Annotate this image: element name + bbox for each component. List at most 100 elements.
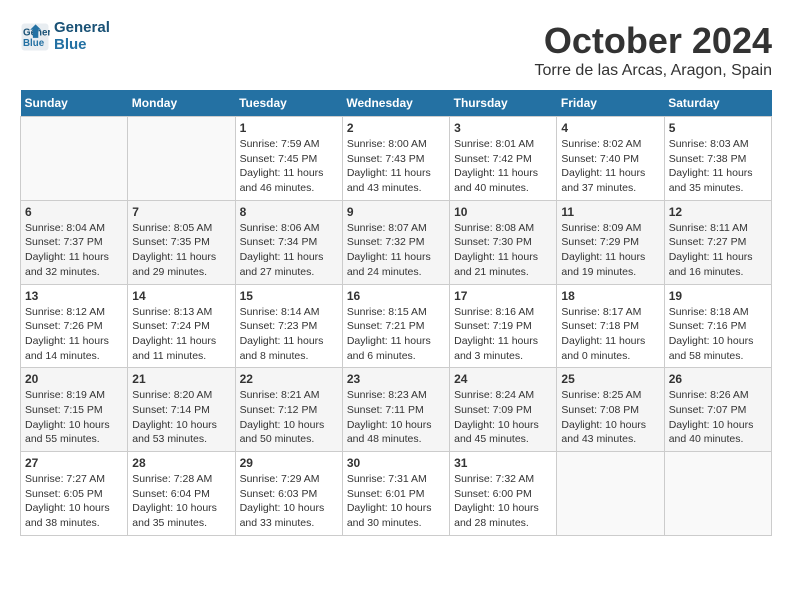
calendar-cell: 23 Sunrise: 8:23 AMSunset: 7:11 PMDayligh… <box>342 368 449 452</box>
calendar-cell <box>557 452 664 536</box>
day-info: Sunrise: 8:15 AMSunset: 7:21 PMDaylight:… <box>347 305 445 364</box>
calendar-cell: 1 Sunrise: 7:59 AMSunset: 7:45 PMDaylight… <box>235 117 342 201</box>
week-row-3: 13Sunrise: 8:12 AMSunset: 7:26 PMDayligh… <box>21 284 772 368</box>
day-number: 19 <box>669 289 767 303</box>
day-number: 4 <box>561 121 659 135</box>
day-number: 21 <box>132 372 230 386</box>
day-number: 24 <box>454 372 552 386</box>
day-info: Sunrise: 8:13 AMSunset: 7:24 PMDaylight:… <box>132 305 230 364</box>
header-wednesday: Wednesday <box>342 90 449 117</box>
day-number: 27 <box>25 456 123 470</box>
day-number: 26 <box>669 372 767 386</box>
calendar-cell: 13Sunrise: 8:12 AMSunset: 7:26 PMDayligh… <box>21 284 128 368</box>
day-number: 3 <box>454 121 552 135</box>
header-monday: Monday <box>128 90 235 117</box>
calendar-cell: 22 Sunrise: 8:21 AMSunset: 7:12 PMDayligh… <box>235 368 342 452</box>
calendar-cell: 29Sunrise: 7:29 AMSunset: 6:03 PMDayligh… <box>235 452 342 536</box>
day-number: 25 <box>561 372 659 386</box>
logo-general: General <box>54 20 110 37</box>
calendar-cell: 12 Sunrise: 8:11 AMSunset: 7:27 PMDayligh… <box>664 200 771 284</box>
day-number: 20 <box>25 372 123 386</box>
day-info: Sunrise: 8:20 AMSunset: 7:14 PMDaylight:… <box>132 388 230 447</box>
calendar-cell: 31 Sunrise: 7:32 AMSunset: 6:00 PMDayligh… <box>450 452 557 536</box>
calendar-cell: 19 Sunrise: 8:18 AMSunset: 7:16 PMDayligh… <box>664 284 771 368</box>
calendar-cell: 7Sunrise: 8:05 AMSunset: 7:35 PMDaylight… <box>128 200 235 284</box>
title-block: October 2024 Torre de las Arcas, Aragon,… <box>535 20 772 80</box>
calendar-cell: 17 Sunrise: 8:16 AMSunset: 7:19 PMDayligh… <box>450 284 557 368</box>
calendar-cell: 25 Sunrise: 8:25 AMSunset: 7:08 PMDayligh… <box>557 368 664 452</box>
day-number: 6 <box>25 205 123 219</box>
day-info: Sunrise: 8:24 AMSunset: 7:09 PMDaylight:… <box>454 388 552 447</box>
calendar-cell: 26Sunrise: 8:26 AMSunset: 7:07 PMDayligh… <box>664 368 771 452</box>
calendar-cell: 6 Sunrise: 8:04 AMSunset: 7:37 PMDaylight… <box>21 200 128 284</box>
day-info: Sunrise: 8:17 AMSunset: 7:18 PMDaylight:… <box>561 305 659 364</box>
day-number: 14 <box>132 289 230 303</box>
svg-text:Blue: Blue <box>23 38 45 49</box>
day-number: 2 <box>347 121 445 135</box>
day-number: 1 <box>240 121 338 135</box>
day-number: 12 <box>669 205 767 219</box>
day-info: Sunrise: 8:01 AMSunset: 7:42 PMDaylight:… <box>454 137 552 196</box>
day-info: Sunrise: 8:16 AMSunset: 7:19 PMDaylight:… <box>454 305 552 364</box>
calendar-cell: 9Sunrise: 8:07 AMSunset: 7:32 PMDaylight… <box>342 200 449 284</box>
calendar-cell: 10Sunrise: 8:08 AMSunset: 7:30 PMDayligh… <box>450 200 557 284</box>
location: Torre de las Arcas, Aragon, Spain <box>535 62 772 80</box>
day-number: 11 <box>561 205 659 219</box>
calendar-cell: 8 Sunrise: 8:06 AMSunset: 7:34 PMDaylight… <box>235 200 342 284</box>
day-number: 29 <box>240 456 338 470</box>
day-info: Sunrise: 8:21 AMSunset: 7:12 PMDaylight:… <box>240 388 338 447</box>
calendar-cell: 3 Sunrise: 8:01 AMSunset: 7:42 PMDaylight… <box>450 117 557 201</box>
calendar-cell: 27 Sunrise: 7:27 AMSunset: 6:05 PMDayligh… <box>21 452 128 536</box>
day-info: Sunrise: 8:00 AMSunset: 7:43 PMDaylight:… <box>347 137 445 196</box>
day-number: 30 <box>347 456 445 470</box>
day-info: Sunrise: 8:11 AMSunset: 7:27 PMDaylight:… <box>669 221 767 280</box>
calendar-table: SundayMondayTuesdayWednesdayThursdayFrid… <box>20 90 772 536</box>
header-row: SundayMondayTuesdayWednesdayThursdayFrid… <box>21 90 772 117</box>
day-number: 13 <box>25 289 123 303</box>
calendar-cell: 11Sunrise: 8:09 AMSunset: 7:29 PMDayligh… <box>557 200 664 284</box>
day-info: Sunrise: 7:31 AMSunset: 6:01 PMDaylight:… <box>347 472 445 531</box>
logo-icon: General Blue <box>20 22 50 52</box>
day-info: Sunrise: 7:27 AMSunset: 6:05 PMDaylight:… <box>25 472 123 531</box>
header-tuesday: Tuesday <box>235 90 342 117</box>
day-number: 7 <box>132 205 230 219</box>
header-thursday: Thursday <box>450 90 557 117</box>
month-title: October 2024 <box>535 20 772 62</box>
day-number: 28 <box>132 456 230 470</box>
calendar-cell: 28 Sunrise: 7:28 AMSunset: 6:04 PMDayligh… <box>128 452 235 536</box>
day-number: 15 <box>240 289 338 303</box>
day-number: 18 <box>561 289 659 303</box>
day-info: Sunrise: 7:32 AMSunset: 6:00 PMDaylight:… <box>454 472 552 531</box>
calendar-cell: 4 Sunrise: 8:02 AMSunset: 7:40 PMDaylight… <box>557 117 664 201</box>
calendar-cell <box>21 117 128 201</box>
week-row-1: 1 Sunrise: 7:59 AMSunset: 7:45 PMDaylight… <box>21 117 772 201</box>
calendar-cell <box>128 117 235 201</box>
calendar-cell: 2 Sunrise: 8:00 AMSunset: 7:43 PMDaylight… <box>342 117 449 201</box>
header-saturday: Saturday <box>664 90 771 117</box>
day-info: Sunrise: 8:18 AMSunset: 7:16 PMDaylight:… <box>669 305 767 364</box>
day-number: 8 <box>240 205 338 219</box>
day-number: 9 <box>347 205 445 219</box>
calendar-cell: 5Sunrise: 8:03 AMSunset: 7:38 PMDaylight… <box>664 117 771 201</box>
calendar-cell: 16 Sunrise: 8:15 AMSunset: 7:21 PMDayligh… <box>342 284 449 368</box>
calendar-cell <box>664 452 771 536</box>
calendar-cell: 14 Sunrise: 8:13 AMSunset: 7:24 PMDayligh… <box>128 284 235 368</box>
day-info: Sunrise: 8:25 AMSunset: 7:08 PMDaylight:… <box>561 388 659 447</box>
day-info: Sunrise: 8:02 AMSunset: 7:40 PMDaylight:… <box>561 137 659 196</box>
day-info: Sunrise: 8:06 AMSunset: 7:34 PMDaylight:… <box>240 221 338 280</box>
day-number: 5 <box>669 121 767 135</box>
day-number: 10 <box>454 205 552 219</box>
calendar-cell: 24 Sunrise: 8:24 AMSunset: 7:09 PMDayligh… <box>450 368 557 452</box>
day-info: Sunrise: 8:23 AMSunset: 7:11 PMDaylight:… <box>347 388 445 447</box>
day-info: Sunrise: 7:59 AMSunset: 7:45 PMDaylight:… <box>240 137 338 196</box>
logo: General Blue General Blue <box>20 20 110 53</box>
day-info: Sunrise: 7:28 AMSunset: 6:04 PMDaylight:… <box>132 472 230 531</box>
day-number: 23 <box>347 372 445 386</box>
day-number: 16 <box>347 289 445 303</box>
calendar-cell: 18 Sunrise: 8:17 AMSunset: 7:18 PMDayligh… <box>557 284 664 368</box>
day-number: 22 <box>240 372 338 386</box>
day-info: Sunrise: 8:04 AMSunset: 7:37 PMDaylight:… <box>25 221 123 280</box>
day-number: 17 <box>454 289 552 303</box>
day-number: 31 <box>454 456 552 470</box>
logo-blue: Blue <box>54 37 110 54</box>
